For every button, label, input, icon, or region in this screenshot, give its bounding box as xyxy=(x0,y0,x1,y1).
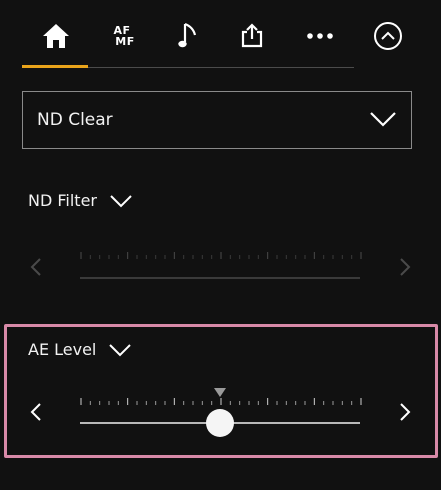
tab-af-mf[interactable]: AF MF xyxy=(100,14,144,58)
nd-filter-scale xyxy=(80,252,362,259)
tab-audio[interactable] xyxy=(168,14,208,58)
nd-filter-track[interactable] xyxy=(80,277,360,279)
nd-filter-label-button[interactable]: ND Filter xyxy=(28,191,133,210)
nd-filter-decrease-button[interactable] xyxy=(24,255,48,279)
collapse-button[interactable] xyxy=(366,14,410,58)
ae-level-decrease-button[interactable] xyxy=(24,400,48,424)
ae-level-label-button[interactable]: AE Level xyxy=(28,340,132,359)
tab-bar: AF MF xyxy=(0,0,441,70)
af-mf-icon-bottom: MF xyxy=(115,35,135,48)
tab-home[interactable] xyxy=(30,14,82,58)
share-icon xyxy=(241,23,263,48)
more-icon xyxy=(307,33,333,39)
af-mf-icon: AF MF xyxy=(109,25,134,47)
collapse-up-icon xyxy=(374,22,402,50)
ae-level-slider-knob[interactable] xyxy=(206,409,234,437)
home-icon xyxy=(43,24,69,48)
ae-level-scale xyxy=(80,398,362,405)
camera-settings-panel: AF MF ND Clear ND Filter AE Level xyxy=(0,0,441,490)
ae-level-center-marker xyxy=(214,388,226,397)
tab-active-indicator xyxy=(22,65,88,68)
nd-mode-value: ND Clear xyxy=(37,110,113,130)
tab-share[interactable] xyxy=(230,14,274,58)
ae-level-label: AE Level xyxy=(28,340,97,359)
tab-more[interactable] xyxy=(298,14,342,58)
music-note-icon xyxy=(178,22,197,48)
chevron-down-icon xyxy=(109,343,132,356)
ae-level-increase-button[interactable] xyxy=(393,400,417,424)
nd-mode-dropdown[interactable]: ND Clear xyxy=(22,91,412,149)
nd-filter-increase-button[interactable] xyxy=(393,255,417,279)
chevron-down-icon xyxy=(370,112,396,127)
chevron-left-icon xyxy=(30,258,41,276)
chevron-right-icon xyxy=(400,258,411,276)
chevron-down-icon xyxy=(110,194,132,207)
chevron-right-icon xyxy=(400,403,411,421)
chevron-left-icon xyxy=(30,403,41,421)
nd-filter-label: ND Filter xyxy=(28,191,97,210)
